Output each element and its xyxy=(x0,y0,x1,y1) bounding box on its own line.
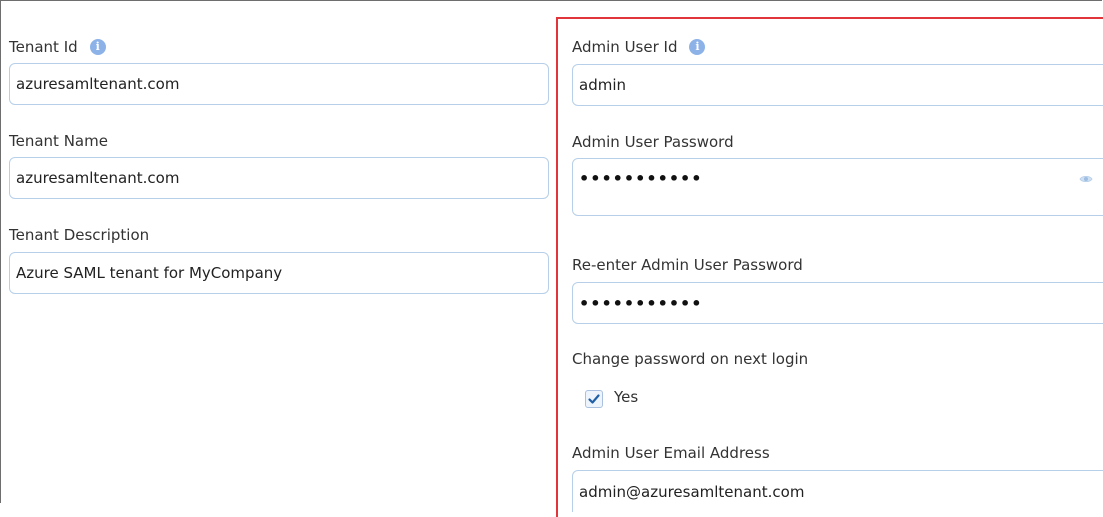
admin-user-id-label-text: Admin User Id xyxy=(572,38,678,56)
admin-password-label-text: Admin User Password xyxy=(572,133,734,151)
admin-password-value: ••••••••••• xyxy=(579,169,703,188)
tenant-description-value: Azure SAML tenant for MyCompany xyxy=(16,264,283,282)
info-icon[interactable]: i xyxy=(689,39,706,55)
reenter-password-input[interactable]: ••••••••••• xyxy=(572,282,1103,324)
tenant-name-input[interactable]: azuresamltenant.com xyxy=(9,157,549,199)
eye-icon[interactable] xyxy=(1079,172,1093,186)
tenant-id-label: Tenant Id i xyxy=(9,38,106,56)
admin-user-id-value: admin xyxy=(579,76,626,94)
info-icon[interactable]: i xyxy=(89,39,106,55)
checkmark-icon xyxy=(588,394,600,404)
admin-email-label-text: Admin User Email Address xyxy=(572,444,770,462)
change-password-label-text: Change password on next login xyxy=(572,350,809,368)
reenter-password-label: Re-enter Admin User Password xyxy=(572,256,803,274)
admin-email-value: admin@azuresamltenant.com xyxy=(579,482,805,501)
tenant-id-input[interactable]: azuresamltenant.com xyxy=(9,63,549,105)
admin-user-id-label: Admin User Id i xyxy=(572,38,706,56)
tenant-name-label-text: Tenant Name xyxy=(9,132,108,150)
tenant-description-label-text: Tenant Description xyxy=(9,226,150,244)
admin-password-input[interactable]: ••••••••••• xyxy=(572,158,1103,216)
admin-email-label: Admin User Email Address xyxy=(572,444,770,462)
tenant-id-label-text: Tenant Id xyxy=(9,38,78,56)
change-password-label: Change password on next login xyxy=(572,350,808,368)
tenant-description-label: Tenant Description xyxy=(9,226,149,244)
admin-email-input[interactable]: admin@azuresamltenant.com xyxy=(572,470,1103,512)
change-password-option-label[interactable]: Yes xyxy=(614,388,638,406)
reenter-password-value: ••••••••••• xyxy=(579,293,703,313)
change-password-checkbox[interactable] xyxy=(585,390,603,408)
tenant-id-value: azuresamltenant.com xyxy=(16,75,180,93)
tenant-description-input[interactable]: Azure SAML tenant for MyCompany xyxy=(9,252,549,294)
reenter-password-label-text: Re-enter Admin User Password xyxy=(572,256,803,274)
tenant-name-value: azuresamltenant.com xyxy=(16,169,180,187)
admin-user-id-input[interactable]: admin xyxy=(572,64,1103,106)
admin-password-label: Admin User Password xyxy=(572,133,734,151)
change-password-option-text: Yes xyxy=(614,388,639,406)
tenant-name-label: Tenant Name xyxy=(9,132,108,150)
